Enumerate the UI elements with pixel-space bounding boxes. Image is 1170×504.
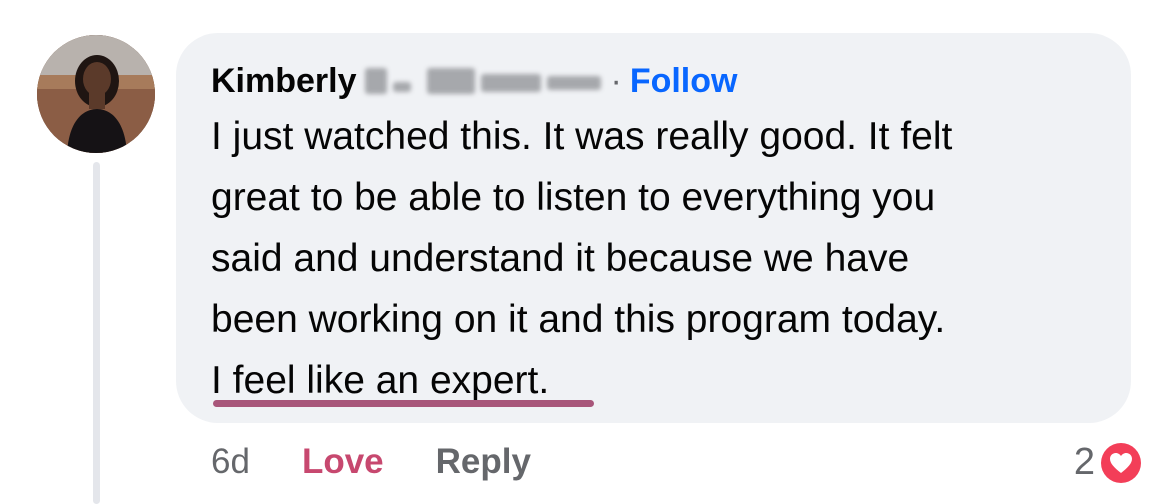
avatar[interactable] — [37, 35, 155, 153]
author-name[interactable]: Kimberly — [211, 62, 357, 101]
love-reaction-badge[interactable] — [1098, 440, 1144, 486]
reaction-count[interactable]: 2 — [1074, 437, 1095, 487]
comment-timestamp[interactable]: 6d — [211, 442, 250, 482]
love-button[interactable]: Love — [302, 442, 384, 482]
redacted-surname — [364, 68, 601, 94]
comment-line: I just watched this. It was really good.… — [211, 115, 953, 158]
comment-actions: 6d Love Reply — [211, 437, 531, 487]
comment-line: great to be able to listen to everything… — [211, 176, 936, 219]
comment-line: said and understand it because we have — [211, 237, 910, 280]
avatar-photo — [37, 35, 155, 153]
comment-line: been working on it and this program toda… — [211, 298, 946, 341]
comment-body: I just watched this. It was really good.… — [211, 106, 952, 411]
comment-screen: Kimberly · Follow I just watched this. I… — [0, 0, 1170, 504]
thread-connector-line — [93, 162, 100, 504]
separator-dot: · — [610, 61, 622, 100]
highlight-underline — [213, 400, 594, 407]
comment-header: Kimberly · Follow — [211, 56, 737, 106]
follow-link[interactable]: Follow — [630, 62, 738, 101]
reply-button[interactable]: Reply — [436, 442, 531, 482]
heart-icon — [1101, 443, 1141, 483]
